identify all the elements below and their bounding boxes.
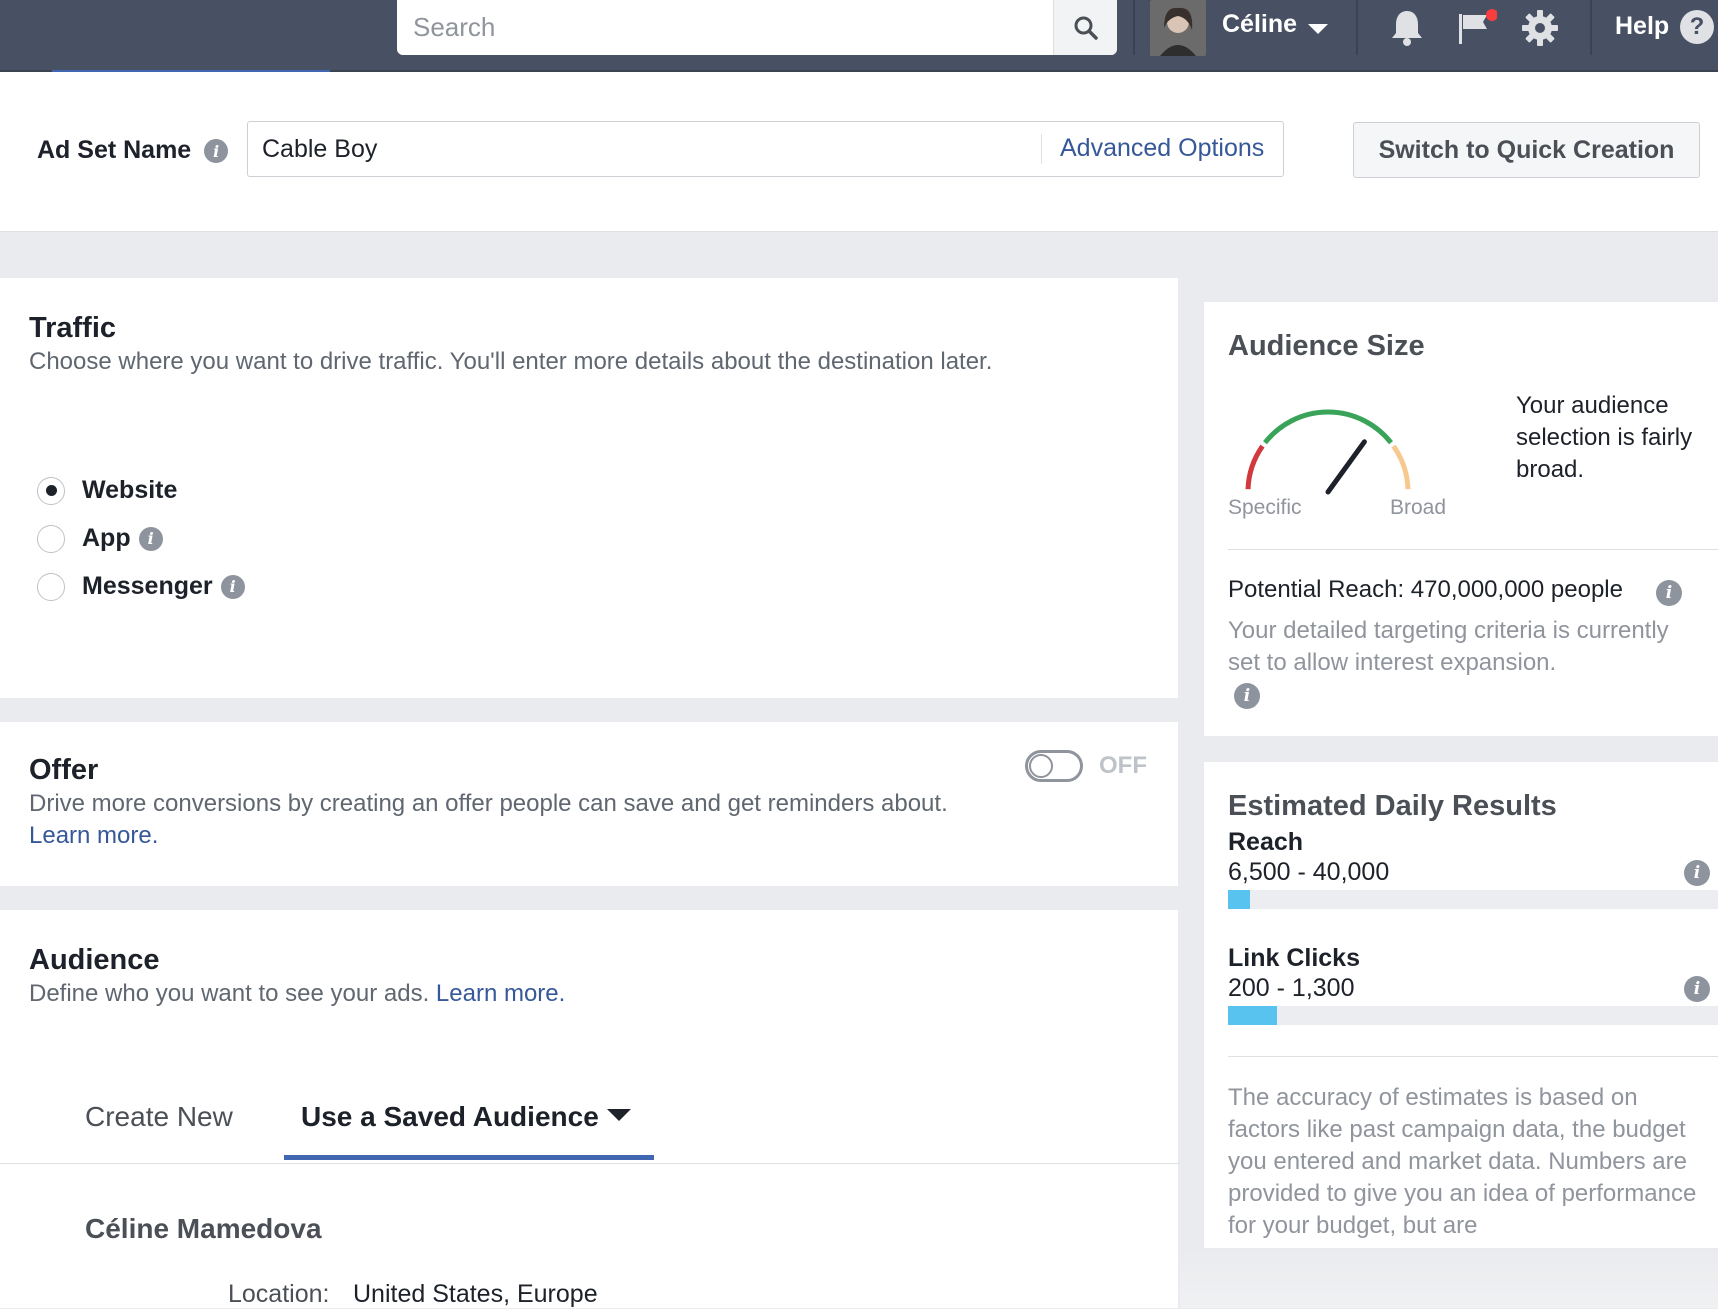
offer-subtitle-text: Drive more conversions by creating an of… <box>29 790 948 817</box>
potential-reach: Potential Reach: 470,000,000 people <box>1228 576 1623 603</box>
info-icon[interactable]: i <box>1684 860 1710 886</box>
avatar[interactable] <box>1150 0 1206 56</box>
search-button[interactable] <box>1053 0 1117 55</box>
info-icon[interactable]: i <box>204 139 229 164</box>
help-link[interactable]: Help <box>1615 12 1669 41</box>
audience-breadth-description: Your audience selection is fairly broad. <box>1516 392 1693 483</box>
divider <box>1228 1056 1718 1057</box>
tab-create-new[interactable]: Create New <box>85 1101 233 1133</box>
traffic-subtitle: Choose where you want to drive traffic. … <box>29 348 993 375</box>
audience-title: Audience <box>29 944 160 976</box>
active-tab-indicator <box>284 1155 654 1160</box>
chevron-down-icon[interactable] <box>1308 24 1328 34</box>
reach-bar-fill <box>1228 890 1251 909</box>
gauge-broad-label: Broad <box>1390 496 1447 519</box>
traffic-title: Traffic <box>29 312 117 344</box>
location-value: United States, Europe <box>353 1280 598 1308</box>
info-icon[interactable]: i <box>1234 683 1260 709</box>
page-footer-fade <box>1180 1248 1718 1308</box>
info-icon[interactable]: i <box>1684 976 1710 1002</box>
offer-toggle-state: OFF <box>1099 752 1147 779</box>
ad-set-name-field: Advanced Options <box>247 121 1284 177</box>
ad-set-name-label-text: Ad Set Name <box>37 136 192 164</box>
radio-label: Website <box>82 476 178 504</box>
radio-website[interactable]: Website <box>37 476 185 505</box>
offer-card: Offer Drive more conversions by creating… <box>0 722 1178 886</box>
audience-tabs-divider <box>0 1163 1180 1164</box>
metric-value: 200 - 1,300 <box>1228 974 1355 1003</box>
tab-use-saved-audience[interactable]: Use a Saved Audience <box>301 1101 631 1133</box>
interest-expansion-note: Your detailed targeting criteria is curr… <box>1228 617 1669 676</box>
info-icon[interactable]: i <box>138 526 163 551</box>
link-clicks-value: 200 - 1,300 <box>1228 974 1355 1002</box>
estimates-accuracy-note: The accuracy of estimates is based on fa… <box>1228 1084 1697 1239</box>
audience-subtitle: Define who you want to see your ads. Lea… <box>29 978 565 1010</box>
ad-set-name-label: Ad Set Name i <box>37 136 229 165</box>
estimated-daily-results-title: Estimated Daily Results <box>1228 790 1557 822</box>
toggle-knob <box>1029 754 1053 778</box>
nav-separator <box>1590 0 1592 55</box>
user-name[interactable]: Céline <box>1222 10 1297 39</box>
audience-size-card: Audience Size Specific Broad Your audien… <box>1204 302 1718 736</box>
advanced-options-link[interactable]: Advanced Options <box>1060 134 1264 163</box>
link-clicks-bar-fill <box>1228 1006 1277 1025</box>
top-navigation-bar: Céline <box>0 0 1718 74</box>
reach-value: 6,500 - 40,000 <box>1228 858 1390 886</box>
notification-dot <box>1486 9 1497 21</box>
chevron-down-icon <box>606 1108 631 1121</box>
radio-label: App <box>82 524 131 552</box>
radio-button[interactable] <box>37 572 65 601</box>
search-box <box>397 0 1117 55</box>
estimated-daily-results-card: Estimated Daily Results Reach 6,500 - 40… <box>1204 762 1718 1248</box>
radio-selected-dot <box>45 485 57 496</box>
traffic-card: Traffic Choose where you want to drive t… <box>0 278 1178 698</box>
offer-subtitle: Drive more conversions by creating an of… <box>29 788 959 852</box>
nav-separator <box>1356 0 1358 55</box>
ad-set-name-input[interactable] <box>248 122 1038 176</box>
tab-label: Use a Saved Audience <box>301 1101 599 1132</box>
offer-title: Offer <box>29 754 99 786</box>
ad-set-name-section: Ad Set Name i Advanced Options Switch to… <box>0 72 1718 232</box>
gear-icon <box>1522 10 1558 46</box>
radio-app[interactable]: App i <box>37 524 163 553</box>
audience-learn-more-link[interactable]: Learn more. <box>436 980 565 1007</box>
radio-button[interactable] <box>37 476 65 505</box>
audience-subtitle-text: Define who you want to see your ads. <box>29 980 430 1007</box>
audience-gauge <box>1245 409 1411 495</box>
offer-toggle[interactable] <box>1025 750 1083 782</box>
location-label: Location: <box>228 1280 330 1308</box>
switch-to-quick-creation-button[interactable]: Switch to Quick Creation <box>1353 122 1700 178</box>
radio-messenger[interactable]: Messenger i <box>37 572 245 601</box>
settings-button[interactable] <box>1518 6 1562 50</box>
reach-bar <box>1228 890 1718 909</box>
info-icon[interactable]: i <box>220 574 245 599</box>
radio-label: Messenger <box>82 572 213 600</box>
avatar-photo <box>1150 0 1206 56</box>
offer-learn-more-link[interactable]: Learn more. <box>29 822 158 849</box>
radio-button[interactable] <box>37 524 65 553</box>
link-clicks-bar <box>1228 1006 1718 1025</box>
bell-icon <box>1392 11 1422 46</box>
metric-label: Reach <box>1228 828 1304 856</box>
divider <box>1228 549 1718 550</box>
saved-audience-name: Céline Mamedova <box>85 1213 322 1244</box>
info-icon[interactable]: i <box>1656 580 1682 606</box>
field-divider <box>1041 134 1042 164</box>
search-icon <box>1074 16 1098 40</box>
nav-separator <box>1133 0 1135 55</box>
gauge-specific-label: Specific <box>1228 496 1302 519</box>
metric-label: Link Clicks <box>1228 944 1360 972</box>
audience-size-title: Audience Size <box>1228 330 1425 362</box>
flag-icon <box>1459 9 1497 44</box>
search-input[interactable] <box>397 0 1053 55</box>
metric-value: 6,500 - 40,000 <box>1228 858 1389 887</box>
pages-flag-button[interactable] <box>1454 6 1498 50</box>
help-icon[interactable]: ? <box>1680 10 1714 44</box>
notifications-button[interactable] <box>1385 6 1429 50</box>
